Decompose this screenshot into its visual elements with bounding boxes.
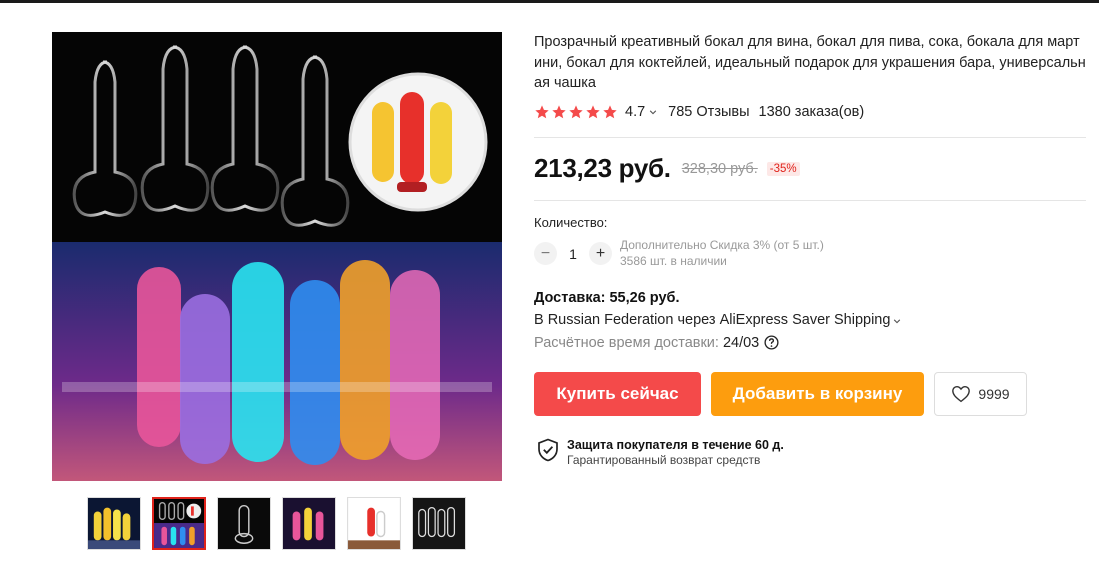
wishlist-count: 9999 [978,385,1010,402]
quantity-notes: Дополнительно Скидка 3% (от 5 шт.) 3586 … [620,238,824,269]
rating-value[interactable]: 4.7 [625,104,645,120]
product-title: Прозрачный креативный бокал для вина, бо… [534,34,1086,91]
price-row: 213,23 руб. 328,30 руб. -35% [534,153,1089,184]
heart-icon [952,385,971,402]
current-price: 213,23 руб. [534,153,671,183]
thumbnail-5[interactable] [347,497,401,550]
divider [534,199,1086,201]
top-divider [0,0,1099,3]
quantity-value[interactable]: 1 [557,246,589,262]
star-icon [603,104,617,118]
rating-row: 4.7 785 Отзывы 1380 заказа(ов) [534,102,1089,122]
eta-value: 24/03 [722,334,760,351]
quantity-stepper: − 1 + Дополнительно Скидка 3% (от 5 шт.)… [534,238,1089,269]
discount-badge: -35% [766,161,800,176]
help-icon[interactable] [764,335,779,350]
thumbnail-strip [87,497,466,550]
shipping-method-selector[interactable]: В Russian Federation через AliExpress Sa… [534,312,1089,328]
product-info: Прозрачный креативный бокал для вина, бо… [534,32,1089,468]
purchase-actions: Купить сейчас Добавить в корзину 9999 [534,371,1089,416]
chevron-down-icon [894,318,901,323]
wishlist-button[interactable]: 9999 [934,371,1027,416]
buy-now-button[interactable]: Купить сейчас [534,371,701,416]
stock-note: 3586 шт. в наличии [620,253,727,268]
thumbnail-3[interactable] [217,497,271,550]
quantity-decrease-button[interactable]: − [534,242,557,265]
star-icon [586,104,600,118]
orders-count: 1380 заказа(ов) [758,103,865,120]
add-to-cart-button[interactable]: Добавить в корзину [711,371,924,416]
eta-label: Расчётное время доставки: [534,334,719,351]
shield-check-icon [538,438,558,461]
thumbnail-4[interactable] [282,497,336,550]
shipping-method-text: В Russian Federation через AliExpress Sa… [534,311,891,328]
shipping-cost: Доставка: 55,26 руб. [534,289,680,306]
star-icon [535,104,549,118]
star-icon [569,104,583,118]
quantity-increase-button[interactable]: + [589,242,612,265]
quantity-label: Количество: [534,214,608,230]
divider [534,136,1086,138]
protection-title: Защита покупателя в течение 60 д. [567,437,784,452]
extra-discount-note: Дополнительно Скидка 3% (от 5 шт.) [620,238,824,252]
thumbnail-2[interactable] [152,497,206,550]
rating-stars [534,104,618,120]
reviews-link[interactable]: 785 Отзывы [668,104,749,120]
thumbnail-1[interactable] [87,497,141,550]
old-price: 328,30 руб. [681,160,758,177]
chevron-down-icon[interactable] [649,108,657,116]
product-main-image[interactable] [52,32,502,481]
delivery-eta: Расчётное время доставки: 24/03 [534,335,1089,351]
star-icon [552,104,566,118]
thumbnail-6[interactable] [412,497,466,550]
protection-subtitle: Гарантированный возврат средств [567,452,761,467]
buyer-protection: Защита покупателя в течение 60 д. Гарант… [534,437,1089,468]
